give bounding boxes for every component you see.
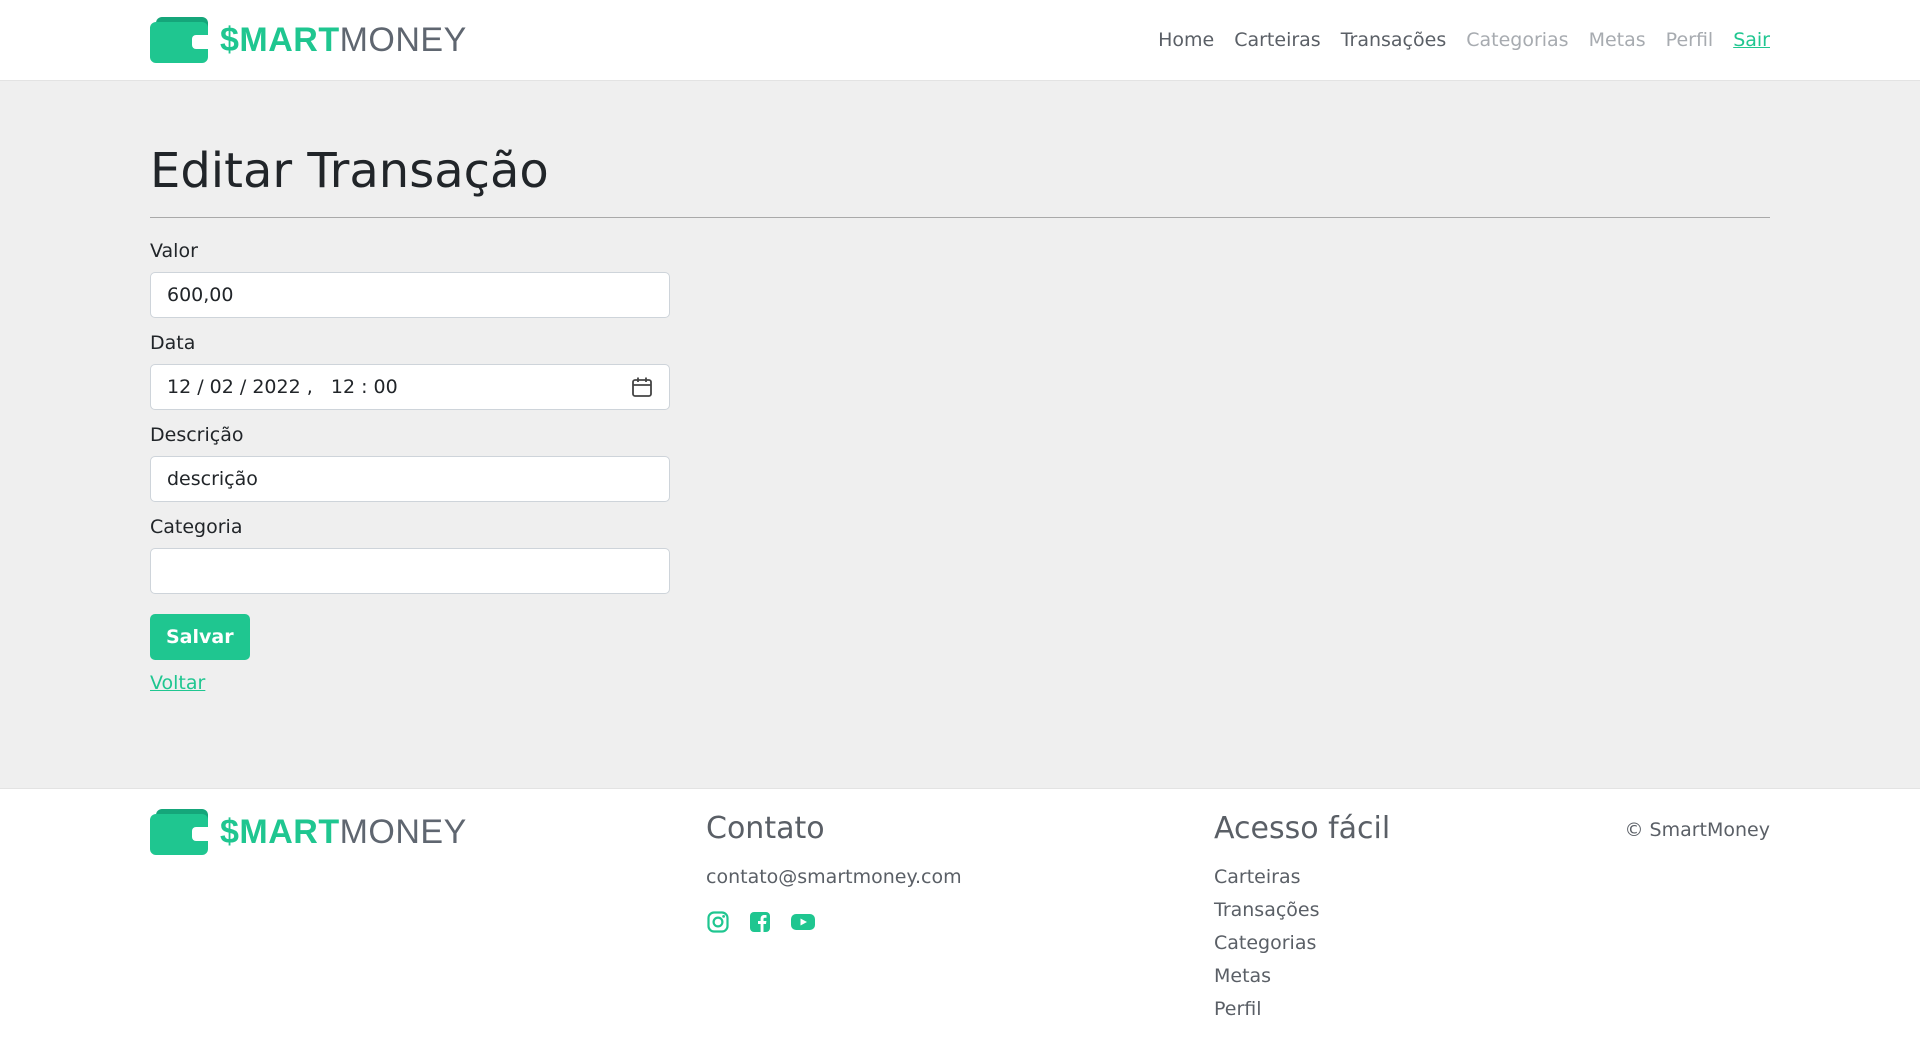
quick-links: Carteiras Transações Categorias Metas Pe… (1214, 866, 1594, 1020)
footer-brand-name: $MARTMONEY (220, 815, 467, 849)
brand-name-bold: $MART (220, 21, 340, 59)
top-navbar: $MARTMONEY Home Carteiras Transações Cat… (0, 0, 1920, 81)
footer-links-column: Acesso fácil Carteiras Transações Catego… (1214, 809, 1594, 1031)
footer-brand-name-light: MONEY (339, 813, 467, 851)
footer-link-carteiras[interactable]: Carteiras (1214, 866, 1594, 888)
nav-sair[interactable]: Sair (1733, 29, 1770, 51)
brand-name: $MARTMONEY (220, 23, 467, 57)
footer-wallet-icon (150, 809, 208, 855)
brand-logo[interactable]: $MARTMONEY (150, 17, 467, 63)
title-divider (150, 216, 1770, 218)
youtube-icon[interactable] (790, 910, 815, 934)
contact-title: Contato (706, 811, 825, 846)
data-group: Data 12 / 02 / 2022 , 12 : 00 (150, 332, 1770, 410)
valor-group: Valor (150, 240, 1770, 318)
footer-link-transacoes[interactable]: Transações (1214, 899, 1594, 921)
social-links (706, 910, 1214, 934)
main-nav: Home Carteiras Transações Categorias Met… (1158, 29, 1770, 51)
facebook-icon[interactable] (748, 910, 772, 934)
copyright: © SmartMoney (1624, 819, 1770, 841)
nav-carteiras[interactable]: Carteiras (1234, 29, 1321, 51)
main-content: Editar Transação Valor Data 12 / 02 / 20… (0, 81, 1920, 788)
wallet-icon (150, 17, 208, 63)
calendar-icon[interactable] (631, 376, 653, 398)
back-link[interactable]: Voltar (150, 672, 1770, 694)
footer-brand-name-bold: $MART (220, 813, 340, 851)
categoria-label: Categoria (150, 515, 243, 538)
descricao-field-wrapper (150, 455, 670, 502)
contact-email[interactable]: contato@smartmoney.com (706, 866, 1214, 888)
page-title: Editar Transação (150, 143, 549, 199)
save-button[interactable]: Salvar (150, 613, 250, 660)
categoria-input[interactable] (167, 559, 653, 582)
valor-input[interactable] (167, 283, 653, 306)
valor-field-wrapper (150, 271, 670, 318)
valor-label: Valor (150, 239, 198, 262)
categoria-group: Categoria (150, 516, 1770, 594)
footer-link-categorias[interactable]: Categorias (1214, 932, 1594, 954)
categoria-field-wrapper (150, 547, 670, 594)
footer-link-perfil[interactable]: Perfil (1214, 998, 1594, 1020)
descricao-group: Descrição (150, 424, 1770, 502)
descricao-input[interactable] (167, 467, 653, 490)
brand-name-light: MONEY (339, 21, 467, 59)
data-input[interactable]: 12 / 02 / 2022 , 12 : 00 (167, 376, 398, 398)
instagram-icon[interactable] (706, 910, 730, 934)
data-label: Data (150, 331, 196, 354)
footer-link-metas[interactable]: Metas (1214, 965, 1594, 987)
footer-brand-logo[interactable]: $MARTMONEY (150, 809, 706, 855)
descricao-label: Descrição (150, 423, 244, 446)
quick-links-title: Acesso fácil (1214, 811, 1391, 846)
page-footer: $MARTMONEY Contato contato@smartmoney.co… (0, 788, 1920, 1049)
nav-categorias[interactable]: Categorias (1466, 29, 1568, 51)
edit-transaction-form: Valor Data 12 / 02 / 2022 , 12 : 00 (150, 240, 1770, 694)
nav-perfil[interactable]: Perfil (1666, 29, 1714, 51)
nav-transacoes[interactable]: Transações (1341, 29, 1447, 51)
nav-metas[interactable]: Metas (1589, 29, 1646, 51)
footer-contact-column: Contato contato@smartmoney.com (706, 809, 1214, 1031)
footer-brand-column: $MARTMONEY (150, 809, 706, 1031)
data-field-wrapper: 12 / 02 / 2022 , 12 : 00 (150, 363, 670, 410)
nav-home[interactable]: Home (1158, 29, 1214, 51)
